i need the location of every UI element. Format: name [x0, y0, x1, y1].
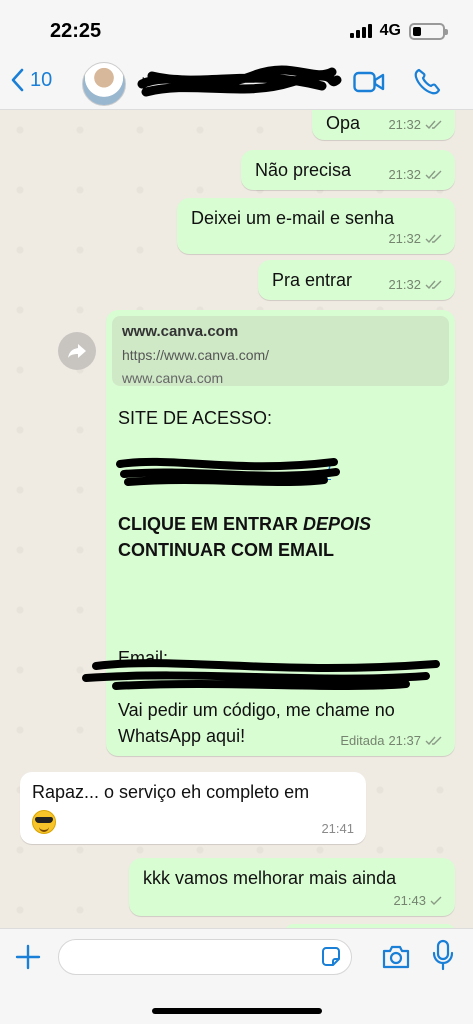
instruction-text-b: DEPOIS — [303, 514, 372, 534]
message-meta: 21:32 — [388, 166, 443, 184]
double-check-icon — [425, 120, 442, 130]
forward-arrow-icon — [68, 344, 86, 358]
unread-count: 10 — [30, 68, 53, 91]
message-meta: Editada 21:37 — [340, 732, 443, 750]
network-type: 4G — [379, 22, 401, 39]
signal-icon — [349, 24, 372, 38]
redaction-scribble — [137, 65, 342, 97]
message-time: 21:32 — [388, 117, 421, 133]
link-preview-url: https://www.canva.com/ — [122, 347, 270, 364]
double-check-icon — [425, 170, 442, 180]
redaction-scribble — [116, 457, 340, 486]
instruction-line-2: CONTINUAR COM EMAIL — [118, 540, 334, 560]
plus-icon[interactable] — [14, 943, 42, 971]
message-text: Deixei um e-mail e senha — [191, 208, 395, 228]
message-input[interactable] — [58, 939, 352, 975]
battery-icon — [409, 22, 448, 40]
link-preview-domain: www.canva.com — [122, 370, 224, 387]
message-outgoing-long[interactable]: www.canva.com https://www.canva.com/ www… — [82, 310, 455, 756]
chat-header: 10 + — [0, 58, 473, 110]
forward-button[interactable] — [58, 332, 96, 370]
redaction-scribble — [82, 659, 440, 690]
message-time: 21:32 — [388, 167, 421, 183]
message-text: Pra entrar — [272, 270, 353, 290]
message-outgoing[interactable]: kkk vamos melhorar mais ainda 21:43 — [129, 858, 455, 916]
composer-bar — [0, 928, 473, 1024]
message-meta: 21:43 — [393, 892, 443, 910]
message-incoming[interactable]: Rapaz... o serviço eh completo em 21:41 — [20, 772, 366, 844]
message-text: Rapaz... o serviço eh completo em — [32, 782, 310, 802]
code-line-2: WhatsApp aqui! — [118, 726, 246, 746]
status-bar: 22:25 4G — [0, 0, 473, 58]
double-check-icon — [425, 736, 442, 746]
home-indicator — [152, 1008, 322, 1014]
phone-call-icon[interactable] — [413, 68, 441, 96]
code-line-1: Vai pedir um código, me chame no — [118, 700, 395, 720]
status-indicators: 4G — [349, 22, 448, 40]
camera-icon[interactable] — [381, 943, 411, 971]
message-text: Opa — [326, 113, 361, 133]
double-check-icon — [425, 234, 442, 244]
message-meta: 21:32 — [388, 276, 443, 294]
message-text: kkk vamos melhorar mais ainda — [143, 868, 397, 888]
video-call-icon[interactable] — [353, 70, 385, 94]
message-meta: 21:32 — [388, 230, 443, 248]
message-meta: 21:32 — [388, 116, 443, 134]
message-list[interactable]: Opa 21:32 Não precisa 21:32 Deixei um e-… — [0, 110, 473, 928]
link-preview[interactable]: www.canva.com https://www.canva.com/ www… — [112, 316, 449, 386]
edited-label: Editada — [340, 733, 385, 749]
microphone-icon[interactable] — [432, 939, 454, 971]
sunglasses-emoji — [32, 810, 56, 834]
single-check-icon — [430, 896, 442, 906]
message-time: 21:32 — [388, 231, 421, 247]
message-text: Não precisa — [255, 160, 352, 180]
message-outgoing[interactable]: Deixei um e-mail e senha 21:32 — [177, 198, 455, 254]
contact-avatar[interactable] — [82, 62, 126, 106]
back-button[interactable]: 10 — [10, 68, 52, 92]
message-time: 21:32 — [388, 277, 421, 293]
message-time: 21:43 — [393, 893, 426, 909]
message-time: 21:37 — [388, 733, 421, 749]
message-time: 21:41 — [321, 821, 354, 837]
message-outgoing[interactable]: Pra entrar 21:32 — [258, 260, 455, 300]
chevron-left-icon — [11, 68, 24, 92]
status-time: 22:25 — [50, 20, 102, 42]
instruction-line-1: CLIQUE EM ENTRAR DEPOIS — [118, 512, 371, 536]
message-meta: 21:41 — [321, 820, 354, 838]
link-preview-title: www.canva.com — [122, 323, 239, 340]
double-check-icon — [425, 280, 442, 290]
site-label: SITE DE ACESSO: — [118, 408, 273, 428]
sticker-icon[interactable] — [320, 946, 342, 968]
message-outgoing[interactable]: Opa 21:32 — [312, 110, 455, 140]
instruction-text-a: CLIQUE EM ENTRAR — [118, 514, 304, 534]
message-outgoing[interactable]: Não precisa 21:32 — [241, 150, 455, 190]
